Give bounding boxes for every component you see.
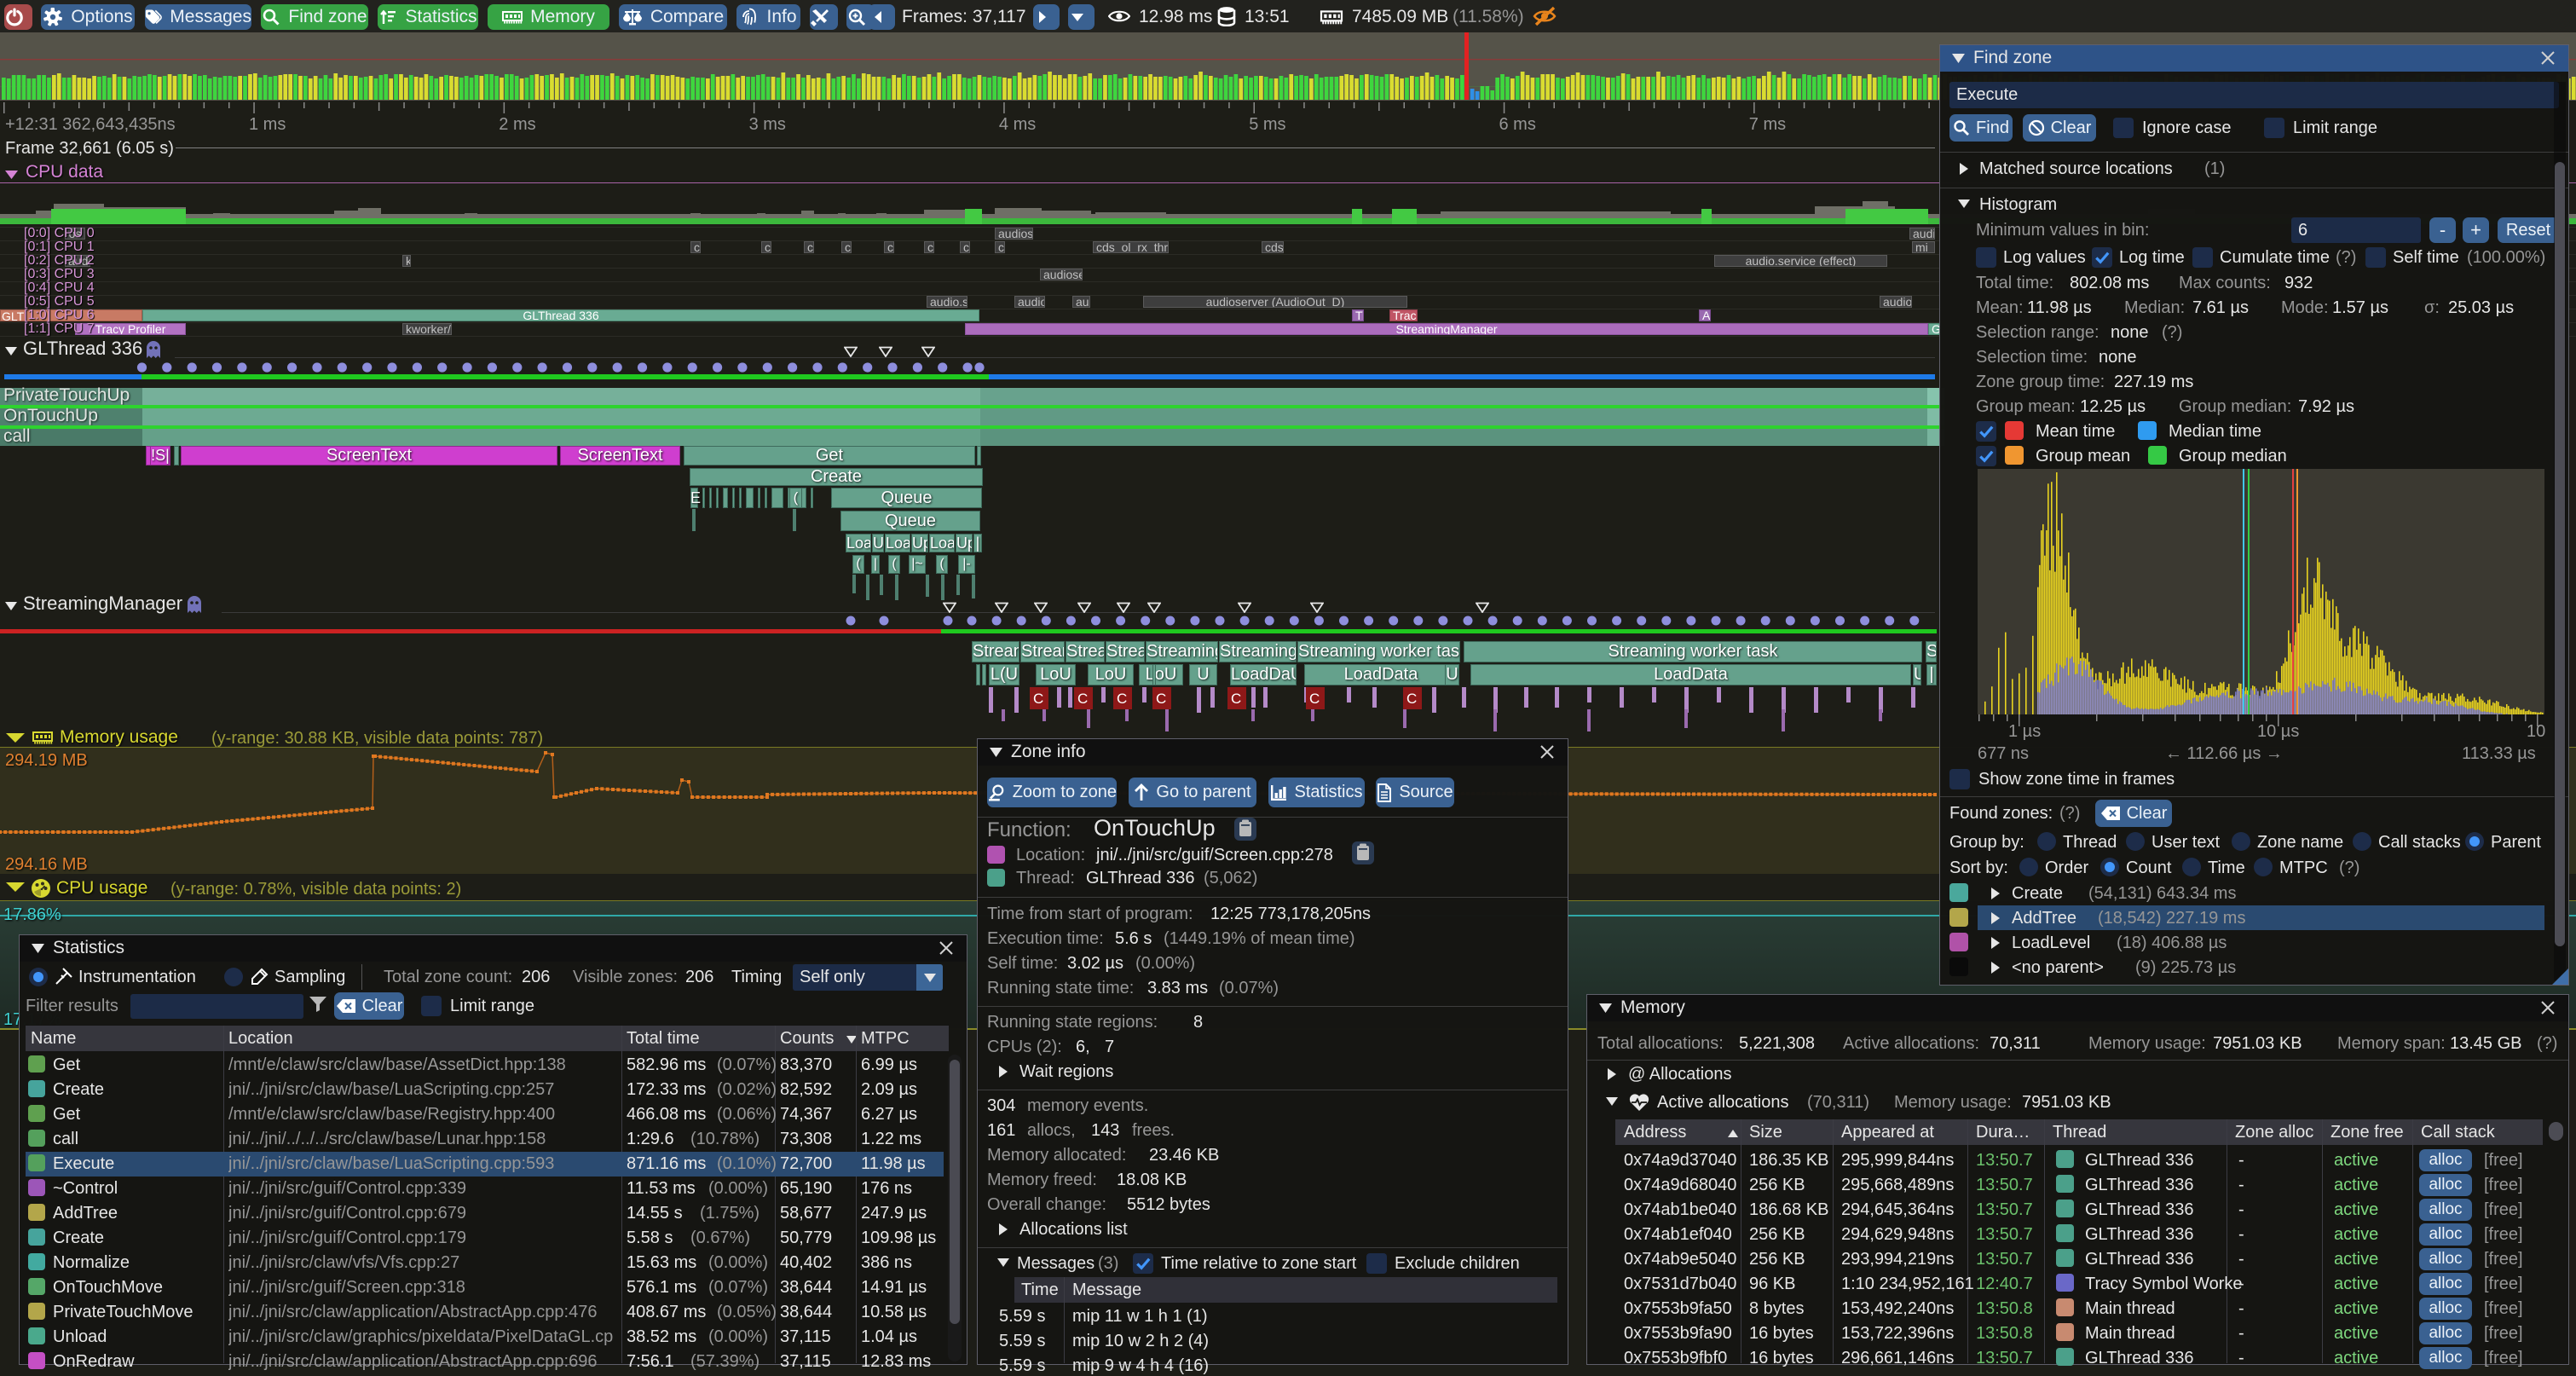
svg-text:C: C xyxy=(1231,691,1241,707)
svg-text:C: C xyxy=(1033,691,1043,707)
svg-text:C: C xyxy=(1117,691,1127,707)
svg-text:C: C xyxy=(1309,691,1320,707)
svg-text:C: C xyxy=(1156,691,1166,707)
svg-text:C: C xyxy=(1077,691,1088,707)
svg-text:C: C xyxy=(1406,691,1417,707)
